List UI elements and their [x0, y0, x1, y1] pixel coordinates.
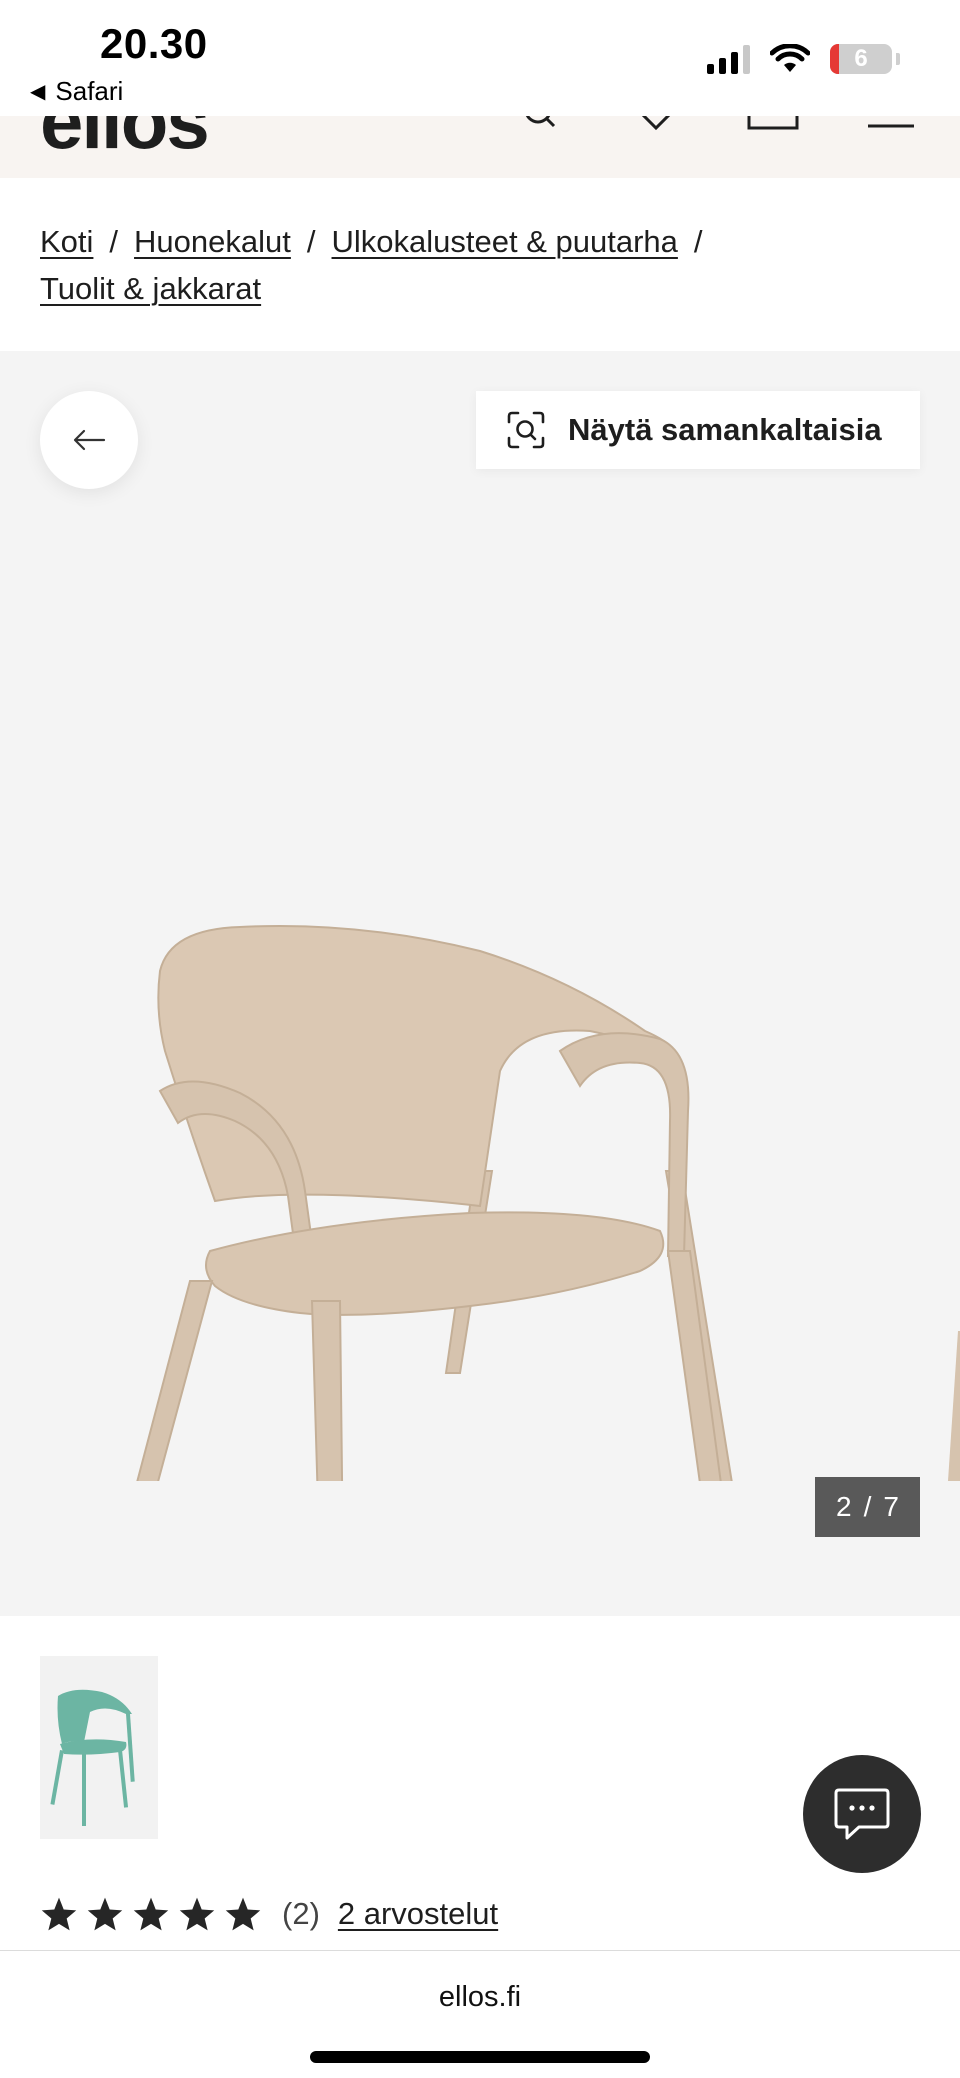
- arrow-left-icon: [73, 429, 106, 451]
- customer-chat-button[interactable]: [803, 1755, 921, 1873]
- star-icon: [133, 1897, 169, 1931]
- show-similar-label: Näytä samankaltaisia: [568, 412, 882, 447]
- search-icon[interactable]: [520, 116, 560, 140]
- product-thumbnail-green[interactable]: [40, 1656, 158, 1839]
- breadcrumb-link-ulkokalusteet[interactable]: Ulkokalusteet & puutarha: [332, 224, 678, 259]
- site-header: ellos: [0, 116, 960, 178]
- thumbnail-chair-image: [50, 1689, 135, 1826]
- visual-search-icon: [507, 411, 545, 449]
- status-bar: 20.30 ◀ Safari 6: [0, 0, 960, 116]
- browser-address-bar[interactable]: ellos.fi: [0, 1950, 960, 2078]
- battery-icon: 6: [830, 44, 892, 74]
- rating-count: (2): [282, 1896, 320, 1931]
- breadcrumb-separator: /: [693, 224, 703, 259]
- status-time: 20.30: [100, 20, 208, 67]
- breadcrumb-separator: /: [306, 224, 316, 259]
- cellular-signal-icon: [707, 44, 750, 74]
- back-button[interactable]: [40, 391, 138, 489]
- battery-cap: [896, 53, 900, 65]
- product-image-gallery[interactable]: Näytä samankaltaisia 2 / 7: [0, 351, 960, 1616]
- menu-icon[interactable]: [866, 116, 916, 140]
- site-logo[interactable]: ellos: [40, 116, 210, 167]
- shopping-bag-icon[interactable]: [746, 116, 802, 140]
- reviews-link[interactable]: 2 arvostelut: [338, 1896, 498, 1932]
- image-counter-separator: /: [863, 1491, 872, 1522]
- star-icon: [87, 1897, 123, 1931]
- back-triangle-icon: ◀: [30, 81, 46, 103]
- image-counter-current: 2: [836, 1491, 852, 1522]
- status-indicators: 6: [707, 44, 900, 74]
- url-display[interactable]: ellos.fi: [0, 1981, 960, 2014]
- star-icon: [179, 1897, 215, 1931]
- chat-bubble-icon: [834, 1788, 890, 1840]
- breadcrumb-link-huonekalut[interactable]: Huonekalut: [134, 224, 291, 259]
- rating-stars: [40, 1896, 262, 1932]
- home-indicator: [310, 2051, 650, 2063]
- image-counter: 2 / 7: [815, 1477, 920, 1537]
- image-counter-total: 7: [883, 1491, 899, 1522]
- wifi-icon: [770, 44, 810, 72]
- product-image-chair[interactable]: [0, 521, 960, 1481]
- back-to-app-link[interactable]: ◀ Safari: [30, 76, 123, 107]
- battery-level: 6: [854, 45, 868, 72]
- breadcrumb: Koti / Huonekalut / Ulkokalusteet & puutarha…: [40, 218, 920, 312]
- favorites-heart-icon[interactable]: [636, 116, 676, 140]
- breadcrumb-link-tuolit[interactable]: Tuolit & jakkarat: [40, 271, 261, 306]
- back-app-label: Safari: [55, 76, 124, 106]
- show-similar-button[interactable]: Näytä samankaltaisia: [476, 391, 920, 469]
- star-icon: [225, 1897, 261, 1931]
- breadcrumb-link-koti[interactable]: Koti: [40, 224, 93, 259]
- product-rating: (2) 2 arvostelut: [40, 1896, 498, 1932]
- breadcrumb-separator: /: [109, 224, 119, 259]
- star-icon: [41, 1897, 77, 1931]
